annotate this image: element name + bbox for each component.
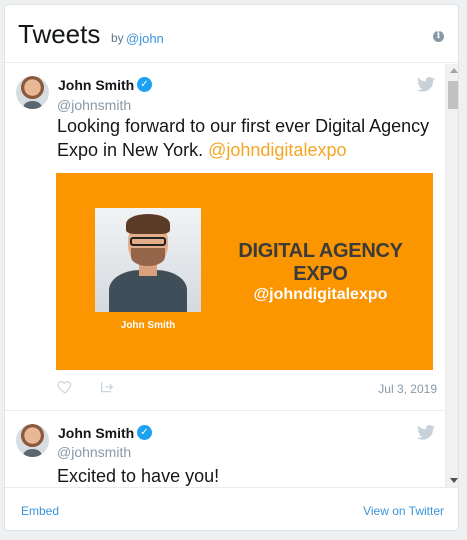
scroll-down-arrow-icon[interactable] xyxy=(450,478,458,483)
timeline-footer: Embed View on Twitter xyxy=(5,487,458,530)
scrollbar[interactable] xyxy=(445,64,458,487)
speaker-caption: John Smith xyxy=(120,320,176,331)
speaker-photo xyxy=(95,208,201,312)
timeline-owner-handle[interactable]: @john xyxy=(126,31,164,46)
tweet-media-image[interactable]: John Smith DIGITAL AGENCY EXPO @johndigi… xyxy=(56,173,433,370)
tweet-item[interactable]: John Smith ✓ @johnsmith Looking forward … xyxy=(5,64,445,411)
tweet-text: Looking forward to our first ever Digita… xyxy=(57,114,437,162)
tweet-actions: Jul 3, 2019 xyxy=(57,379,437,399)
twitter-timeline-widget: Tweets by @john i John Smith ✓ @johnsmit… xyxy=(4,4,459,531)
share-icon[interactable] xyxy=(99,379,115,395)
expo-title: DIGITAL AGENCY EXPO xyxy=(218,240,423,286)
view-on-twitter-link[interactable]: View on Twitter xyxy=(363,504,444,518)
timeline-title: Tweets xyxy=(18,19,101,49)
expo-title-line1: DIGITAL AGENCY xyxy=(238,240,403,262)
avatar[interactable] xyxy=(16,76,49,109)
author-username[interactable]: @johnsmith xyxy=(57,444,131,460)
author-name[interactable]: John Smith xyxy=(58,425,134,441)
tweet-item[interactable]: John Smith ✓ @johnsmith Excited to have … xyxy=(5,411,445,487)
scroll-thumb[interactable] xyxy=(448,81,458,109)
info-icon[interactable]: i xyxy=(433,31,444,42)
mention-link[interactable]: @johndigitalexpo xyxy=(208,140,346,160)
like-heart-icon[interactable] xyxy=(57,379,73,395)
twitter-bird-icon[interactable] xyxy=(417,425,435,440)
tweet-list[interactable]: John Smith ✓ @johnsmith Looking forward … xyxy=(5,64,458,487)
expo-title-line2: EXPO xyxy=(293,263,348,285)
scroll-up-arrow-icon[interactable] xyxy=(450,68,458,73)
tweet-date[interactable]: Jul 3, 2019 xyxy=(378,382,437,396)
expo-handle: @johndigitalexpo xyxy=(253,286,388,303)
timeline-header: Tweets by @john i xyxy=(5,5,458,63)
embed-link[interactable]: Embed xyxy=(21,504,59,518)
twitter-bird-icon[interactable] xyxy=(417,77,435,92)
author-username[interactable]: @johnsmith xyxy=(57,97,131,113)
verified-badge-icon: ✓ xyxy=(137,425,152,440)
tweet-text: Excited to have you! xyxy=(57,466,220,486)
by-label: by xyxy=(111,31,124,45)
verified-badge-icon: ✓ xyxy=(137,77,152,92)
author-name[interactable]: John Smith xyxy=(58,77,134,93)
avatar[interactable] xyxy=(16,424,49,457)
